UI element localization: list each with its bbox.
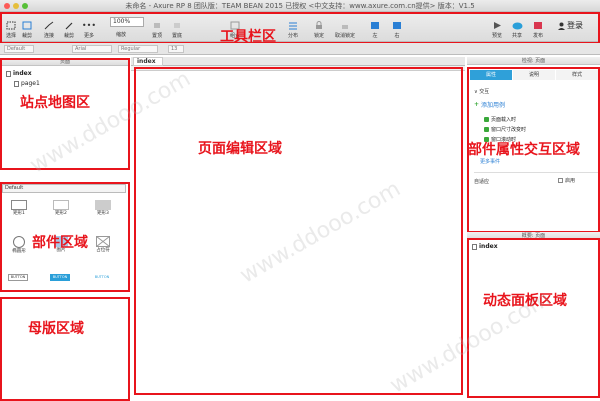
title-bar: 未命名 - Axure RP 8 团队版：TEAM BEAN 2015 已授权 … [0,0,600,12]
canvas-tab-label: index [137,58,156,65]
masters-region-box [0,297,130,401]
window-title: 未命名 - Axure RP 8 团队版：TEAM BEAN 2015 已授权 … [125,2,475,10]
font-size-select[interactable]: 13 [168,45,184,53]
inspector-region-label: 部件属性交互区域 [468,142,580,158]
sitemap-region-label: 站点地图区 [20,95,90,111]
canvas-tab-index[interactable]: index × [133,57,163,72]
font-weight-select[interactable]: Regular [118,45,158,53]
canvas-region-label: 页面编辑区域 [198,141,282,157]
font-select[interactable]: Arial [72,45,112,53]
inspector-header: 检视: 页面 [467,57,600,65]
widgets-region-label: 部件区域 [32,235,88,251]
masters-region-label: 母版区域 [28,321,84,337]
toolbar-region-box [0,12,600,44]
style-select[interactable]: Default [4,45,34,53]
canvas-tab-strip [131,57,465,66]
